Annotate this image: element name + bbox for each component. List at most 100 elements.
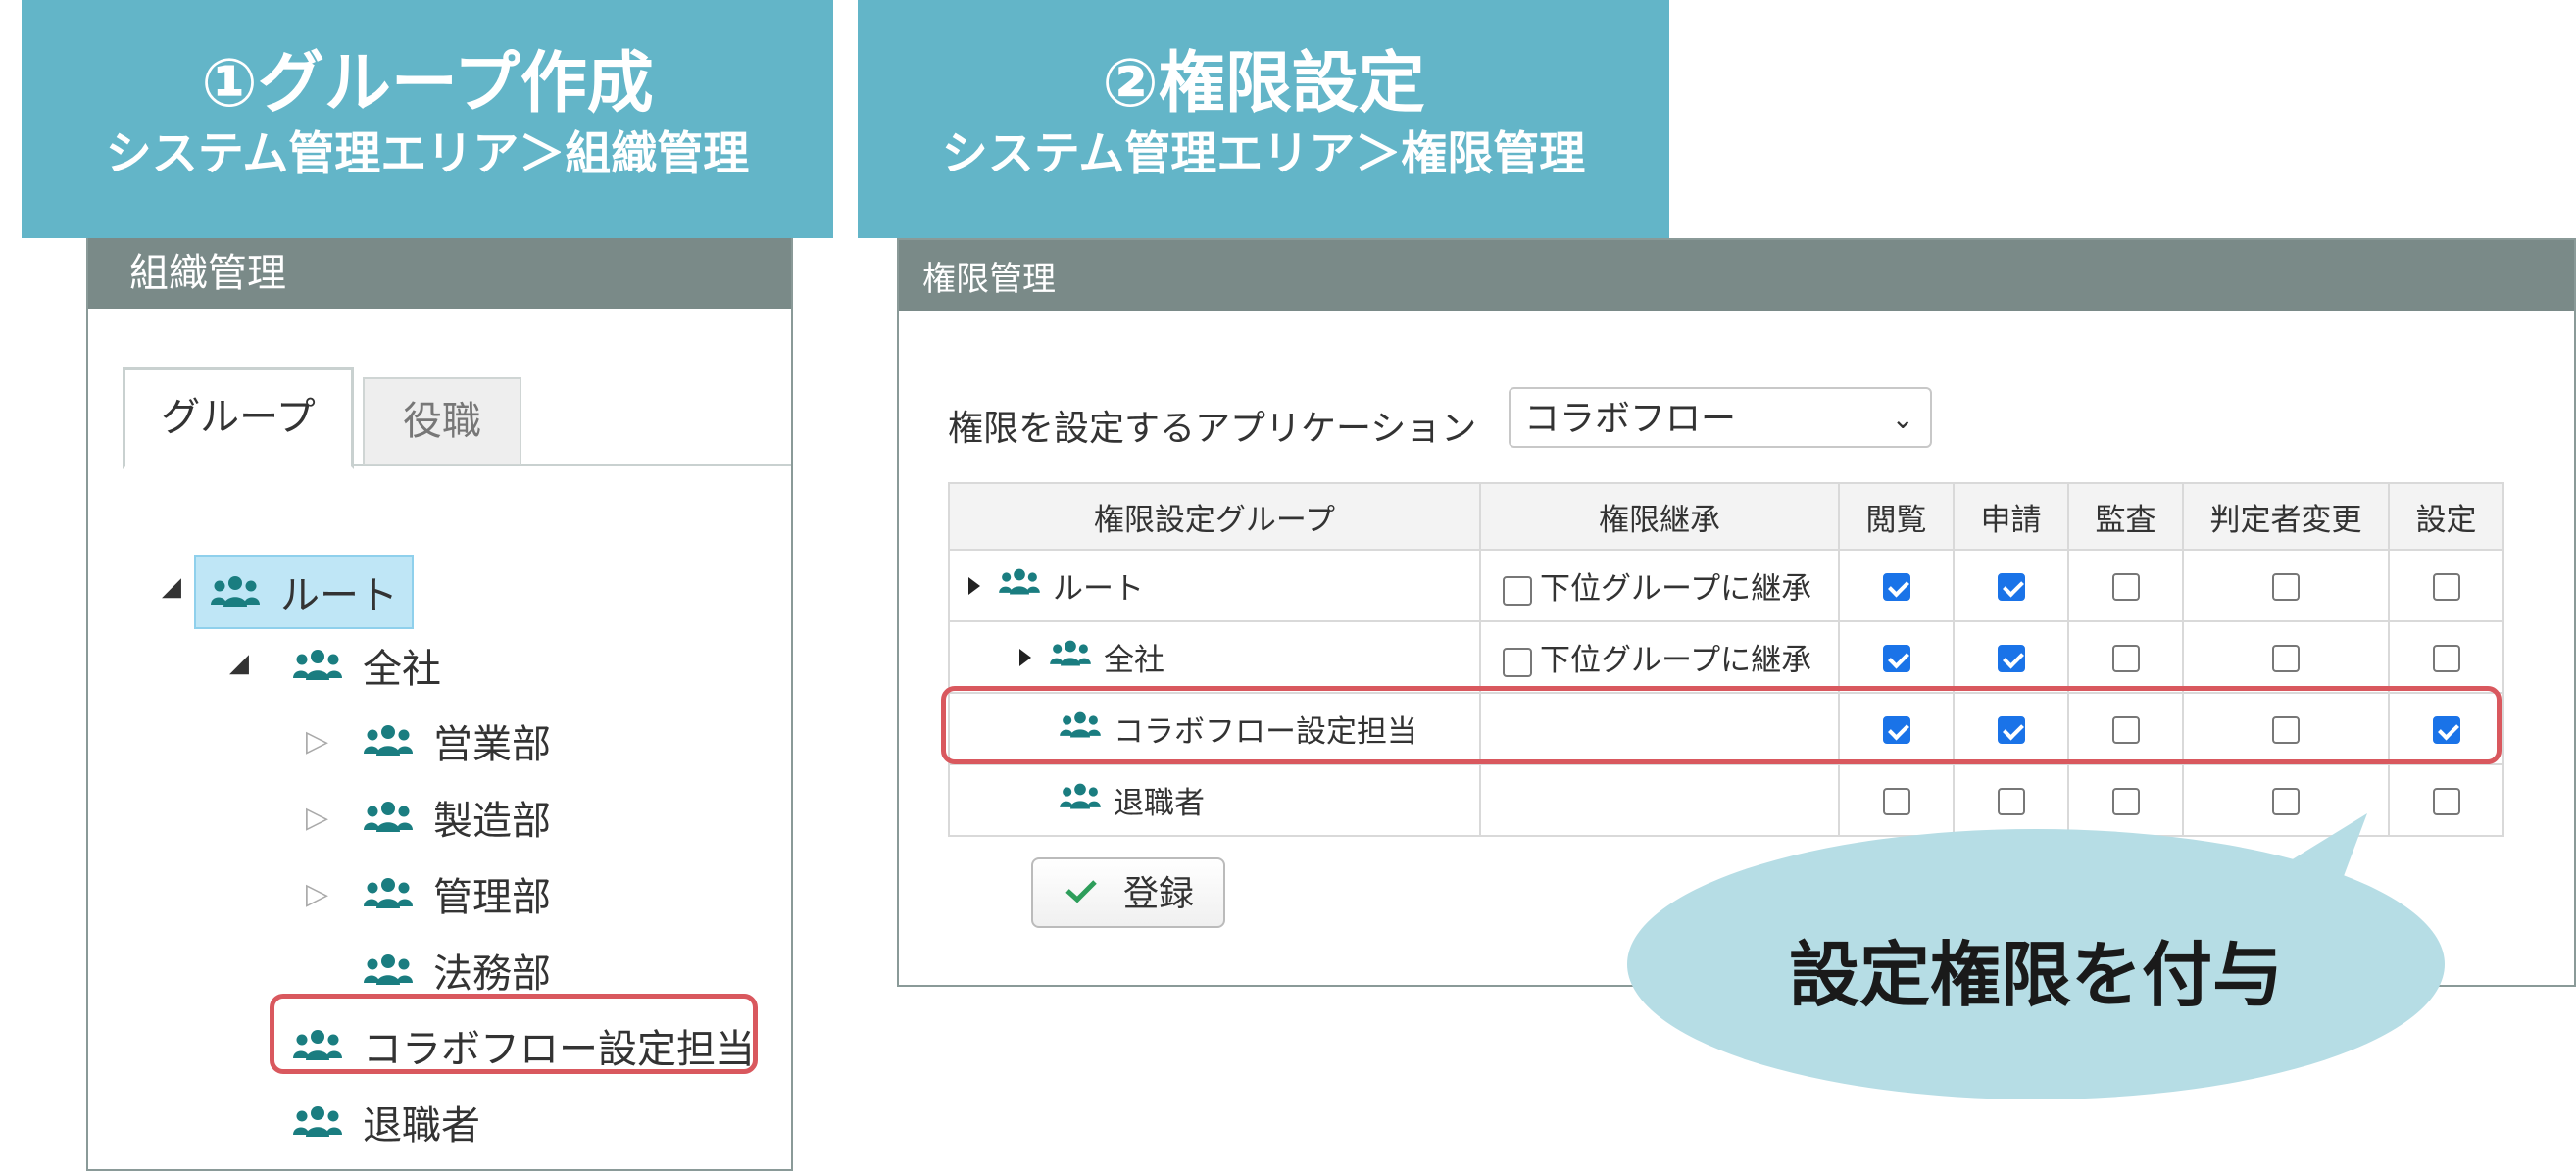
col-header-apply: 申請 <box>1953 482 2069 551</box>
col-header-judge-change: 判定者変更 <box>2182 482 2390 551</box>
table-header-row: 権限設定グループ 権限継承 閲覧 申請 監査 判定者変更 設定 <box>948 482 2504 551</box>
expanded-toggle-icon[interactable]: ◢ <box>162 572 181 602</box>
apply-checkbox[interactable] <box>1997 573 2025 601</box>
perm-cell <box>2067 549 2184 622</box>
group-name: ルート <box>1053 571 1144 607</box>
group-icon <box>211 576 260 607</box>
group-icon <box>293 1105 342 1137</box>
inherit-cell: 下位グループに継承 <box>1479 620 1840 694</box>
inherit-checkbox[interactable] <box>1503 575 1532 606</box>
register-button[interactable]: 登録 <box>1031 857 1225 928</box>
expanded-toggle-icon[interactable]: ◢ <box>229 649 249 678</box>
tree-node-label: 全社 <box>363 646 441 692</box>
tree-node-label: 製造部 <box>433 799 551 845</box>
judge-change-checkbox[interactable] <box>2272 573 2300 601</box>
expand-caret-icon[interactable] <box>1019 648 1031 666</box>
perm-cell <box>1953 620 2069 694</box>
group-name: 全社 <box>1104 643 1164 678</box>
tree-node-label: ルート <box>280 573 398 618</box>
col-header-setting: 設定 <box>2388 482 2504 551</box>
register-label: 登録 <box>1123 874 1195 914</box>
perm-cell <box>1838 549 1955 622</box>
collapsed-toggle-icon[interactable]: ▷ <box>306 724 328 758</box>
application-select[interactable]: コラボフロー ⌄ <box>1509 387 1932 448</box>
group-icon <box>364 725 413 757</box>
tree-node[interactable]: 全社 <box>292 631 441 700</box>
tree-node[interactable]: 製造部 <box>363 783 551 852</box>
group-icon <box>1050 640 1091 665</box>
chevron-down-icon: ⌄ <box>1891 403 1914 435</box>
tree-node-label: 法務部 <box>433 951 551 997</box>
callout-text: 設定権限を付与 <box>1788 934 2283 1016</box>
inherit-checkbox[interactable] <box>1503 647 1532 677</box>
col-header-inherit: 権限継承 <box>1479 482 1840 551</box>
group-icon <box>364 877 413 908</box>
tree-node[interactable]: 退職者 <box>292 1088 480 1156</box>
perm-cell <box>2067 620 2184 694</box>
tree-node[interactable]: ルート <box>194 555 414 629</box>
group-icon <box>364 953 413 985</box>
perm-cell <box>2388 620 2504 694</box>
inherit-label: 下位グループに継承 <box>1540 571 1812 607</box>
table-row: 全社 下位グループに継承 <box>948 620 2504 694</box>
perm-cell <box>1953 549 2069 622</box>
table-row: ルート 下位グループに継承 <box>948 549 2504 622</box>
apply-checkbox[interactable] <box>1997 645 2025 672</box>
view-checkbox[interactable] <box>1882 645 1910 672</box>
panel-title: 組織管理 <box>88 238 791 309</box>
group-icon <box>1060 783 1101 808</box>
group-cell: 全社 <box>948 620 1481 694</box>
banner-group-creation: ①グループ作成 システム管理エリア＞組織管理 <box>22 0 833 238</box>
col-header-audit: 監査 <box>2067 482 2184 551</box>
audit-checkbox[interactable] <box>2111 788 2140 815</box>
banner-permission-setting: ②権限設定 システム管理エリア＞権限管理 <box>858 0 1669 238</box>
perm-cell <box>2388 549 2504 622</box>
application-label: 権限を設定するアプリケーション <box>948 409 1477 449</box>
setting-checkbox[interactable] <box>2432 645 2460 672</box>
judge-change-checkbox[interactable] <box>2272 645 2300 672</box>
perm-cell <box>1838 620 1955 694</box>
group-icon <box>999 568 1040 594</box>
col-header-view: 閲覧 <box>1838 482 1955 551</box>
audit-checkbox[interactable] <box>2111 645 2140 672</box>
perm-cell <box>2182 620 2390 694</box>
group-icon <box>364 802 413 833</box>
view-checkbox[interactable] <box>1882 788 1910 815</box>
perm-cell <box>2182 549 2390 622</box>
tree-node-label: 管理部 <box>433 874 551 920</box>
tree-node[interactable]: 管理部 <box>363 859 551 928</box>
inherit-cell <box>1479 763 1840 837</box>
tab-group[interactable]: グループ <box>123 367 354 469</box>
highlight-outline <box>270 994 758 1074</box>
tree-node[interactable]: 営業部 <box>363 707 551 775</box>
perm-cell <box>1838 763 1955 837</box>
banner-subtitle: システム管理エリア＞組織管理 <box>105 127 750 181</box>
view-checkbox[interactable] <box>1882 573 1910 601</box>
inherit-cell: 下位グループに継承 <box>1479 549 1840 622</box>
judge-change-checkbox[interactable] <box>2272 788 2300 815</box>
col-header-group: 権限設定グループ <box>948 482 1481 551</box>
tab-bar: グループ 役職 <box>123 367 791 469</box>
highlight-outline <box>941 686 2502 764</box>
permission-table: 権限設定グループ 権限継承 閲覧 申請 監査 判定者変更 設定 ルート下位グルー… <box>948 482 2504 837</box>
collapsed-toggle-icon[interactable]: ▷ <box>306 877 328 911</box>
tree-node-label: 退職者 <box>363 1102 480 1148</box>
setting-checkbox[interactable] <box>2432 788 2460 815</box>
apply-checkbox[interactable] <box>1997 788 2025 815</box>
tree-node-label: 営業部 <box>433 722 551 768</box>
group-cell: ルート <box>948 549 1481 622</box>
banner-title: ②権限設定 <box>1102 45 1425 122</box>
collapsed-toggle-icon[interactable]: ▷ <box>306 801 328 835</box>
group-cell: 退職者 <box>948 763 1481 837</box>
panel-title: 権限管理 <box>899 240 2574 311</box>
perm-cell <box>1953 763 2069 837</box>
tab-position[interactable]: 役職 <box>363 377 521 465</box>
audit-checkbox[interactable] <box>2111 573 2140 601</box>
banner-title: ①グループ作成 <box>201 45 654 122</box>
group-name: 退職者 <box>1114 786 1205 821</box>
expand-caret-icon[interactable] <box>968 576 980 595</box>
application-select-value: コラボフロー <box>1524 399 1737 439</box>
group-icon <box>293 649 342 680</box>
setting-checkbox[interactable] <box>2432 573 2460 601</box>
check-icon <box>1065 880 1097 903</box>
